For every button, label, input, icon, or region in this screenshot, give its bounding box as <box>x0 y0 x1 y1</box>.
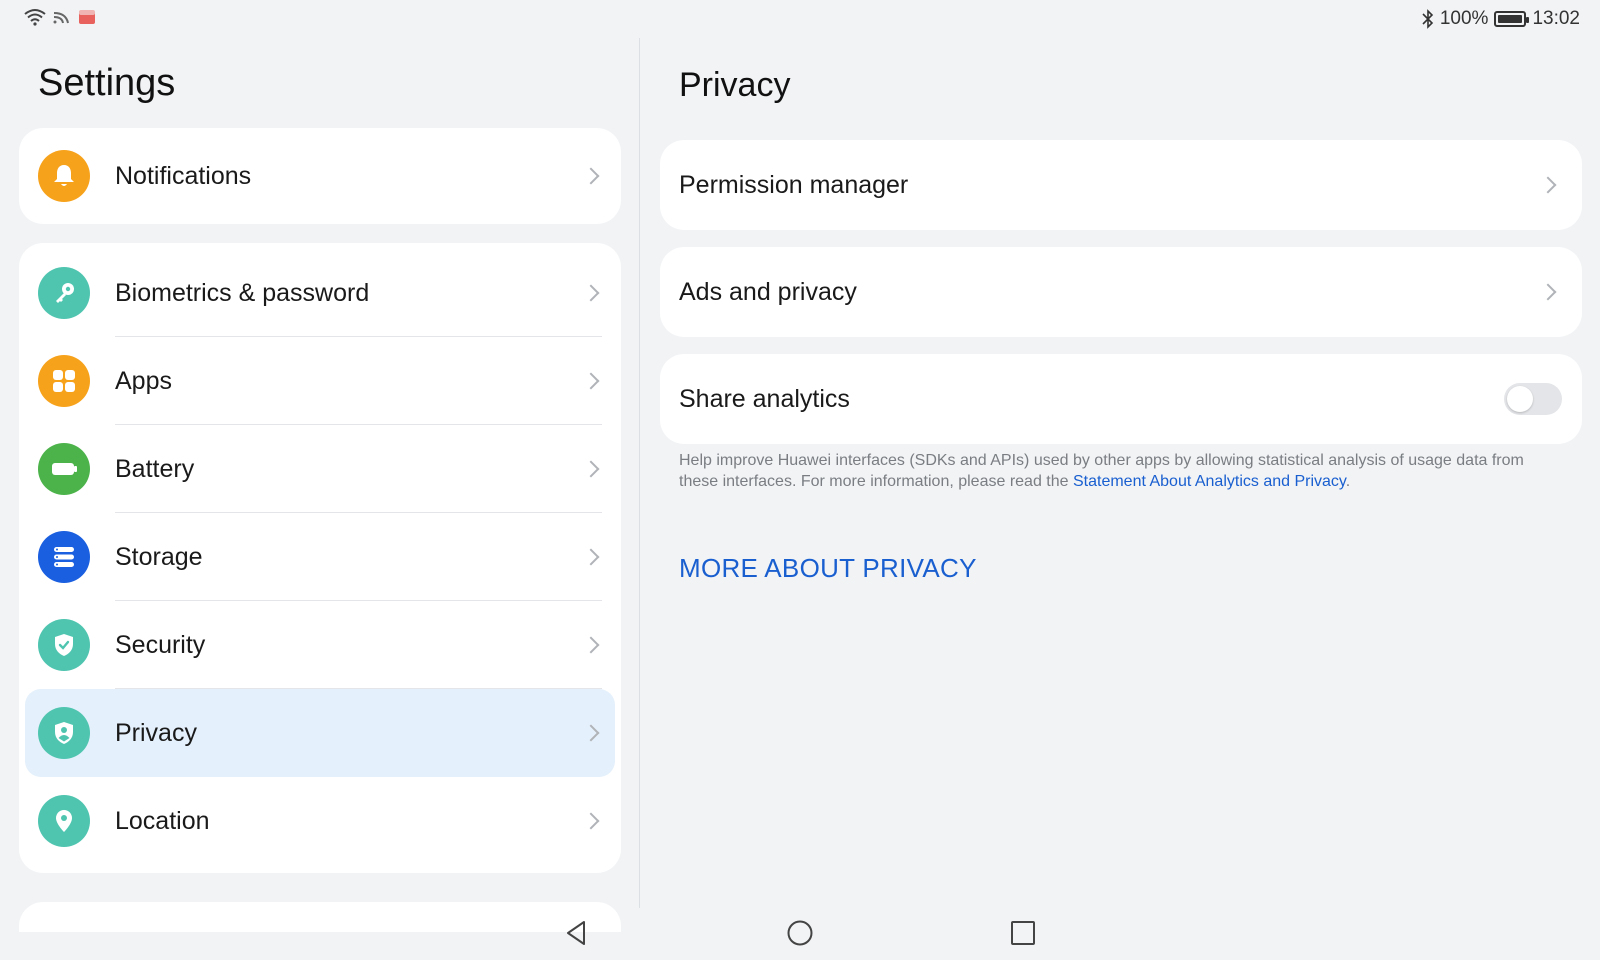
bell-icon <box>38 150 90 202</box>
share-analytics-item: Share analytics <box>660 354 1582 444</box>
sidebar-item-biometrics[interactable]: Biometrics & password <box>19 249 621 337</box>
cast-icon <box>53 12 69 24</box>
sidebar-item-storage[interactable]: Storage <box>19 513 621 601</box>
sidebar-item-label: Biometrics & password <box>115 278 370 307</box>
navigation-bar <box>0 908 1600 960</box>
detail-title: Privacy <box>679 66 791 104</box>
settings-pane: Settings Notifications Biometrics & pass… <box>0 38 640 932</box>
chevron-right-icon <box>582 372 600 390</box>
description-suffix: . <box>1345 473 1351 490</box>
status-bar: 100% 13:02 <box>0 0 1600 38</box>
sidebar-item-label: Security <box>115 630 206 659</box>
chevron-right-icon <box>1539 283 1557 301</box>
clock: 13:02 <box>1532 8 1580 29</box>
key-icon <box>38 267 90 319</box>
analytics-description: Help improve Huawei interfaces (SDKs and… <box>679 450 1559 492</box>
sidebar-item-privacy[interactable]: Privacy <box>19 689 621 777</box>
battery-icon <box>38 443 90 495</box>
location-pin-icon <box>38 795 90 847</box>
back-icon[interactable] <box>562 918 592 948</box>
battery-percentage: 100% <box>1439 8 1489 29</box>
chevron-right-icon <box>582 636 600 654</box>
share-analytics-toggle[interactable] <box>1504 383 1562 415</box>
sidebar-item-label: Storage <box>115 542 203 571</box>
more-about-privacy-link[interactable]: MORE ABOUT PRIVACY <box>679 553 977 584</box>
sidebar-item-security[interactable]: Security <box>19 601 621 689</box>
sidebar-item-location[interactable]: Location <box>19 777 621 865</box>
sidebar-item-label: Battery <box>115 454 195 483</box>
item-label: Ads and privacy <box>679 277 857 306</box>
pane-divider <box>639 38 640 908</box>
wifi-icon <box>24 9 46 26</box>
bluetooth-icon <box>1422 9 1433 29</box>
apps-grid-icon <box>38 355 90 407</box>
notification-app-icon <box>79 10 95 24</box>
item-label: Share analytics <box>679 384 850 413</box>
sidebar-item-notifications[interactable]: Notifications <box>19 132 621 220</box>
sidebar-item-label: Location <box>115 806 210 835</box>
analytics-statement-link[interactable]: Statement About Analytics and Privacy <box>1073 473 1346 490</box>
sidebar-item-label: Apps <box>115 366 172 395</box>
toggle-knob <box>1507 386 1533 412</box>
item-label: Permission manager <box>679 170 909 199</box>
chevron-right-icon <box>582 548 600 566</box>
storage-icon <box>38 531 90 583</box>
selected-highlight <box>25 689 615 777</box>
sidebar-item-label: Privacy <box>115 718 197 747</box>
sidebar-item-apps[interactable]: Apps <box>19 337 621 425</box>
ads-privacy-item[interactable]: Ads and privacy <box>660 247 1582 337</box>
recents-icon[interactable] <box>1008 918 1038 948</box>
battery-icon <box>1494 11 1530 27</box>
sidebar-item-label: Notifications <box>115 161 252 190</box>
settings-list-card: Biometrics & password Apps Battery Stora… <box>19 243 621 873</box>
sidebar-item-battery[interactable]: Battery <box>19 425 621 513</box>
chevron-right-icon <box>582 284 600 302</box>
chevron-right-icon <box>1539 176 1557 194</box>
chevron-right-icon <box>582 460 600 478</box>
permission-manager-item[interactable]: Permission manager <box>660 140 1582 230</box>
chevron-right-icon <box>582 167 600 185</box>
notifications-card: Notifications <box>19 128 621 224</box>
shield-check-icon <box>38 619 90 671</box>
chevron-right-icon <box>582 812 600 830</box>
privacy-shield-icon <box>38 707 90 759</box>
home-icon[interactable] <box>785 918 815 948</box>
page-title: Settings <box>38 62 176 104</box>
